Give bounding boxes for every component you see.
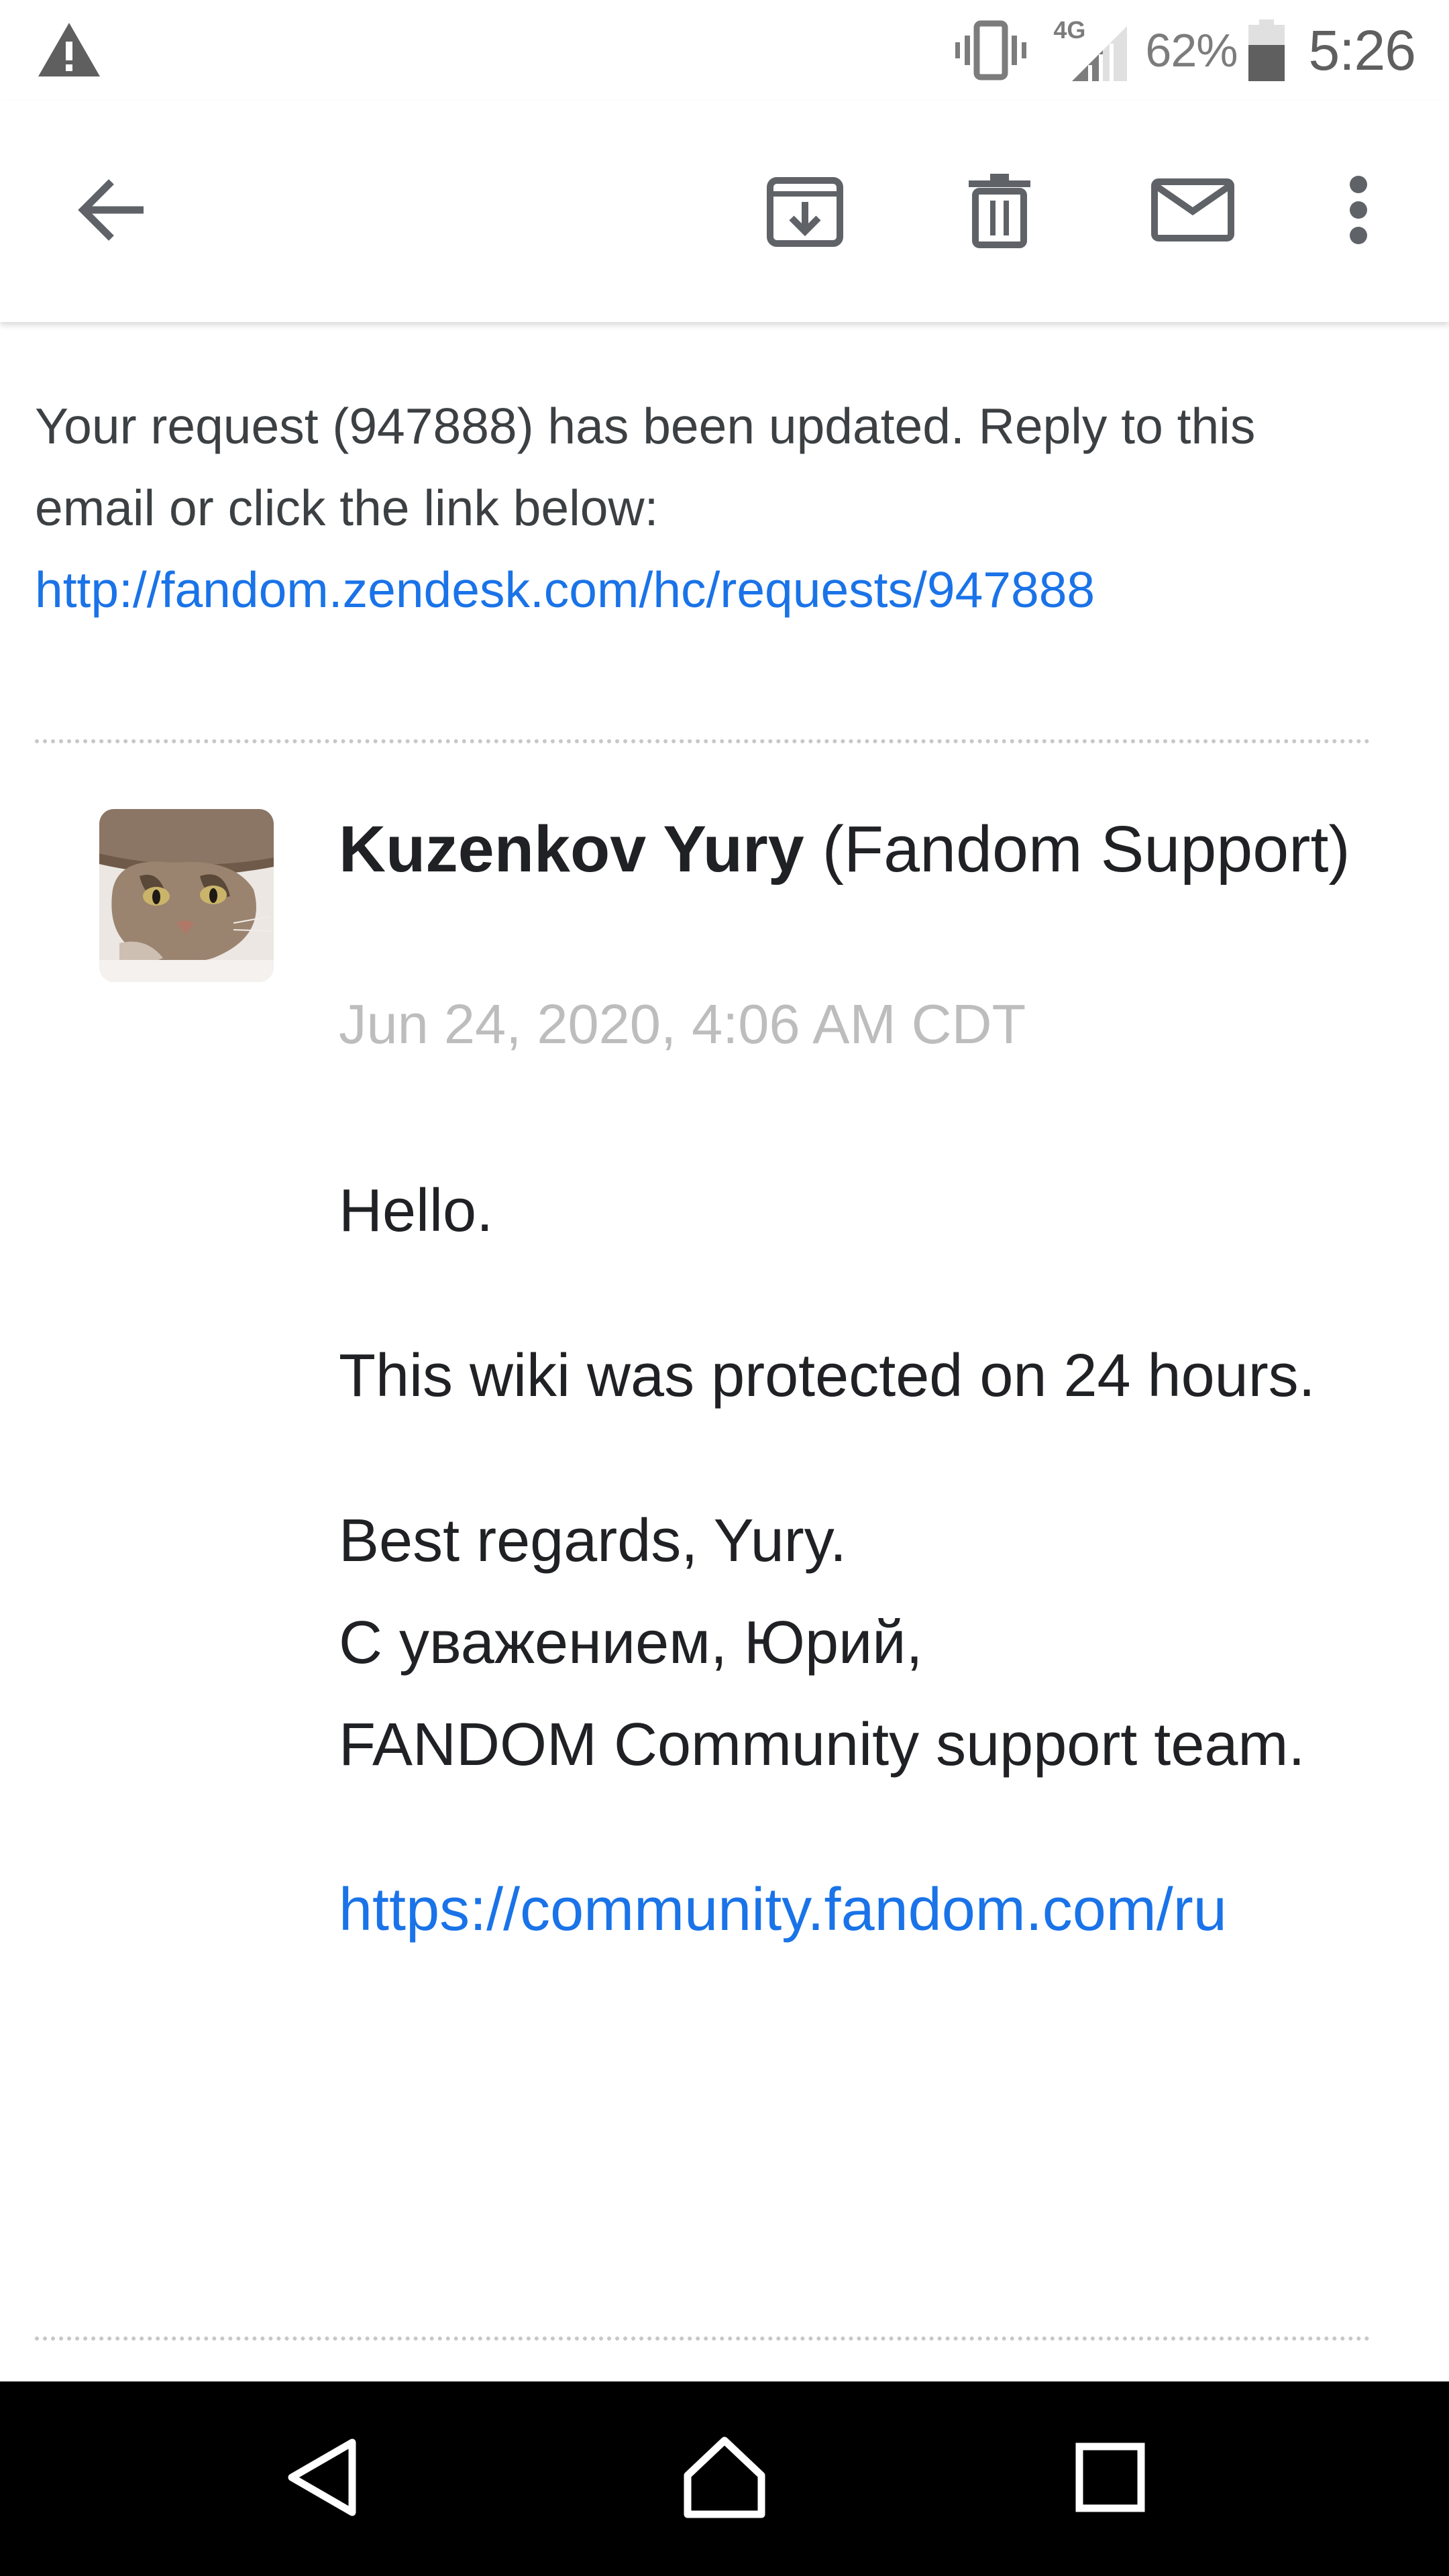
trash-icon: [967, 171, 1032, 252]
email-body: Your request (947888) has been updated. …: [0, 325, 1449, 2381]
more-options-button[interactable]: [1315, 161, 1402, 262]
battery-icon: [1247, 18, 1286, 83]
mark-unread-button[interactable]: [1137, 161, 1248, 262]
archive-button[interactable]: [751, 161, 859, 262]
nav-home-icon: [682, 2435, 767, 2523]
mail-icon: [1150, 178, 1235, 246]
intro-text: Your request (947888) has been updated. …: [35, 398, 1256, 536]
battery-percent: 62%: [1145, 24, 1238, 76]
status-icons: 4G 62% 5:26: [954, 13, 1416, 87]
nav-recents-button[interactable]: [1023, 2381, 1197, 2576]
message-paragraph: This wiki was protected on 24 hours.: [339, 1342, 1316, 1409]
delete-button[interactable]: [946, 161, 1053, 262]
status-bar: 4G 62% 5:26: [0, 0, 1449, 101]
author-org: (Fandom Support): [822, 812, 1350, 885]
clock: 5:26: [1308, 18, 1416, 82]
arrow-back-icon: [74, 176, 148, 247]
cell-signal-icon: 4G: [1053, 17, 1130, 84]
comment-author: Kuzenkov Yury (Fandom Support): [339, 808, 1385, 891]
nav-back-button[interactable]: [235, 2381, 409, 2576]
author-name: Kuzenkov Yury: [339, 812, 804, 885]
system-nav-bar: [0, 2381, 1449, 2576]
request-link[interactable]: http://fandom.zendesk.com/hc/requests/94…: [35, 561, 1095, 618]
warning-triangle-icon: [37, 21, 101, 81]
divider-top: [35, 739, 1370, 743]
signature-block: Best regards, Yury. С уважением, Юрий, F…: [339, 1490, 1412, 1796]
archive-icon: [766, 171, 844, 252]
intro-paragraph: Your request (947888) has been updated. …: [35, 385, 1309, 631]
app-bar: [0, 101, 1449, 322]
more-vert-icon: [1348, 175, 1368, 248]
community-link[interactable]: https://community.fandom.com/ru: [339, 1876, 1227, 1943]
back-button[interactable]: [47, 161, 174, 262]
vibrate-icon: [954, 19, 1028, 81]
nav-home-button[interactable]: [637, 2381, 812, 2576]
avatar: [99, 809, 274, 982]
signature-line: С уважением, Юрий,: [339, 1609, 923, 1676]
nav-recents-square-icon: [1075, 2443, 1145, 2516]
signature-line: Best regards, Yury.: [339, 1507, 847, 1574]
greeting: Hello.: [339, 1177, 494, 1244]
comment-date: Jun 24, 2020, 4:06 AM CDT: [339, 993, 1026, 1055]
signature-line: FANDOM Community support team.: [339, 1711, 1305, 1778]
comment-body: Hello. This wiki was protected on 24 hou…: [339, 1160, 1412, 1961]
divider-bottom: [35, 2337, 1370, 2341]
nav-back-triangle-icon: [285, 2437, 359, 2521]
email-screen: 4G 62% 5:26 Your request (947888) has be…: [0, 0, 1449, 2576]
